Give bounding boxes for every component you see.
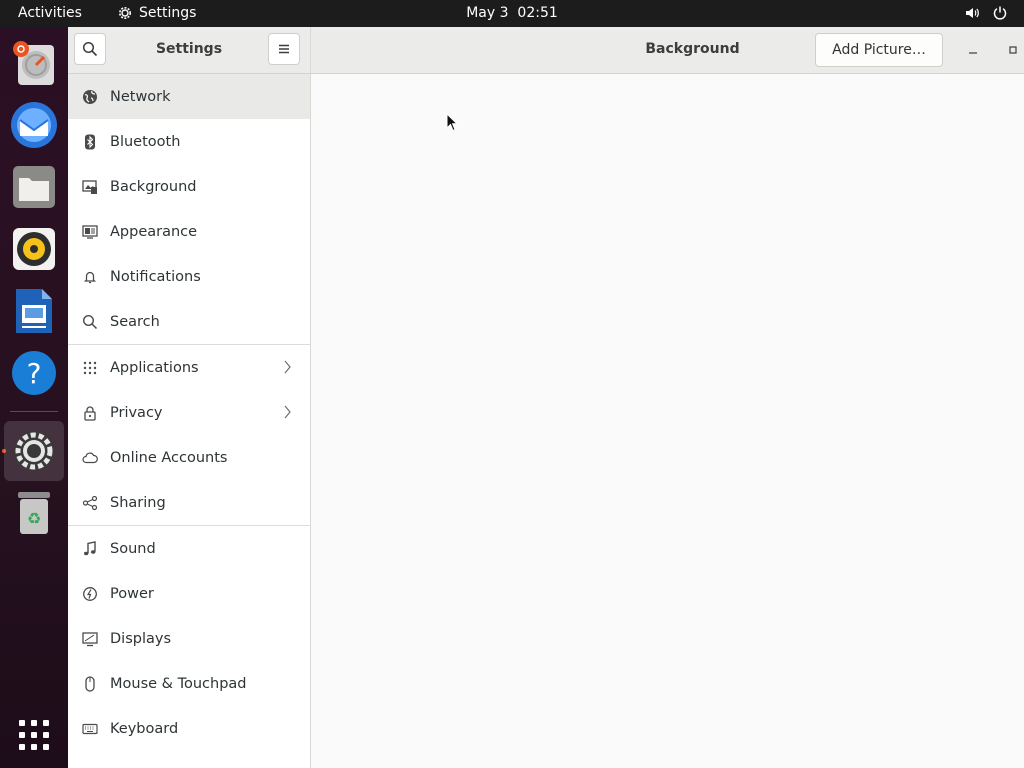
primary-menu-button[interactable] [268, 33, 300, 65]
sidebar-item-power[interactable]: Power [68, 571, 310, 616]
sidebar-item-label: Power [110, 585, 154, 602]
share-icon [82, 495, 98, 510]
thunderbird-icon [11, 102, 57, 148]
minimize-button[interactable] [963, 40, 983, 60]
clock-date: May 3 [466, 5, 509, 21]
keyboard-icon [82, 723, 98, 734]
dock-rhythmbox[interactable] [4, 219, 64, 279]
power-menu-icon [993, 6, 1007, 20]
svg-text:?: ? [27, 357, 42, 390]
search-icon [82, 314, 98, 329]
dock-settings[interactable] [4, 421, 64, 481]
trash-icon: ♻ [18, 492, 50, 534]
maximize-button[interactable] [1003, 40, 1023, 60]
rhythmbox-icon [13, 228, 55, 270]
clock-time: 02:51 [517, 5, 558, 21]
maximize-icon [1009, 46, 1017, 54]
sidebar-item-background[interactable]: Background [68, 164, 310, 209]
sidebar-item-bluetooth[interactable]: Bluetooth [68, 119, 310, 164]
writer-icon [16, 289, 52, 333]
sidebar-item-label: Background [110, 178, 197, 195]
sidebar-item-online-accounts[interactable]: Online Accounts [68, 435, 310, 480]
minimize-icon [969, 52, 977, 54]
clock-button[interactable]: May 3 02:51 [466, 5, 558, 21]
display-icon [82, 631, 98, 646]
mouse-cursor-icon [446, 113, 458, 132]
sidebar-header: Settings [68, 27, 310, 74]
sidebar-item-label: Notifications [110, 268, 201, 285]
sidebar-item-sound[interactable]: Sound [68, 525, 310, 571]
search-button[interactable] [74, 33, 106, 65]
sidebar-item-keyboard[interactable]: Keyboard [68, 706, 310, 751]
sidebar-item-mouse-touchpad[interactable]: Mouse & Touchpad [68, 661, 310, 706]
mouse-icon [85, 675, 95, 692]
svg-text:♻: ♻ [27, 509, 41, 528]
sidebar-item-appearance[interactable]: Appearance [68, 209, 310, 254]
bell-icon [83, 271, 97, 283]
sidebar-item-label: Network [110, 88, 171, 105]
dock-show-applications[interactable] [4, 705, 64, 765]
sidebar-item-label: Applications [110, 359, 199, 376]
content-header: Background Add Picture… [311, 27, 1024, 74]
sidebar-item-notifications[interactable]: Notifications [68, 254, 310, 299]
sidebar-item-label: Sound [110, 540, 156, 557]
power-icon [83, 586, 97, 601]
sidebar-item-search[interactable]: Search [68, 299, 310, 344]
volume-icon [966, 8, 979, 18]
sidebar-item-network[interactable]: Network [68, 74, 310, 119]
top-bar: Activities Settings May 3 02:51 [0, 0, 1024, 27]
dock-files[interactable] [4, 157, 64, 217]
sidebar-item-label: Keyboard [110, 720, 179, 737]
cloud-icon [82, 452, 98, 463]
sidebar-item-sharing[interactable]: Sharing [68, 480, 310, 525]
dock-thunderbird[interactable] [4, 95, 64, 155]
files-icon [13, 166, 55, 208]
search-icon [82, 41, 98, 57]
dock-trash[interactable]: ♻ [4, 483, 64, 543]
chevron-right-icon [284, 360, 291, 374]
help-icon: ? [12, 351, 56, 395]
system-tray[interactable] [964, 5, 1008, 21]
apps-grid-icon [83, 361, 97, 374]
app-menu-label: Settings [139, 5, 197, 21]
activities-button[interactable]: Activities [18, 5, 82, 21]
dock-disk-analyzer[interactable] [4, 33, 64, 93]
settings-sidebar: Settings Network Bluetooth Background Ap… [68, 27, 311, 768]
hamburger-menu-icon [279, 44, 289, 54]
chevron-right-icon [284, 405, 291, 419]
settings-icon [14, 431, 54, 471]
disk-analyzer-icon [13, 41, 54, 85]
sidebar-item-label: Search [110, 313, 160, 330]
content-pane: Background Add Picture… [311, 27, 1024, 768]
app-menu[interactable]: Settings [117, 5, 196, 21]
sidebar-item-label: Appearance [110, 223, 198, 240]
sidebar-item-label: Bluetooth [110, 133, 181, 150]
music-note-icon [84, 540, 96, 555]
gear-icon [119, 7, 131, 19]
add-picture-button[interactable]: Add Picture… [815, 33, 943, 67]
sidebar-item-applications[interactable]: Applications [68, 344, 310, 390]
appearance-icon [82, 224, 98, 239]
app-grid-icon [19, 720, 49, 750]
sidebar-item-label: Displays [110, 630, 172, 647]
lock-icon [84, 405, 96, 421]
sidebar-item-label: Mouse & Touchpad [110, 675, 247, 692]
sidebar-item-label: Privacy [110, 404, 163, 421]
sidebar-item-privacy[interactable]: Privacy [68, 390, 310, 435]
dock-writer[interactable] [4, 281, 64, 341]
sidebar-item-label: Sharing [110, 494, 166, 511]
dock-help[interactable]: ? [4, 343, 64, 403]
sidebar-item-displays[interactable]: Displays [68, 616, 310, 661]
sidebar-item-label: Online Accounts [110, 449, 228, 466]
dock: ? ♻ [0, 27, 68, 768]
sidebar-list: Network Bluetooth Background Appearance … [68, 74, 310, 751]
network-icon [83, 89, 97, 104]
background-icon [82, 179, 97, 194]
bluetooth-icon [85, 134, 95, 149]
